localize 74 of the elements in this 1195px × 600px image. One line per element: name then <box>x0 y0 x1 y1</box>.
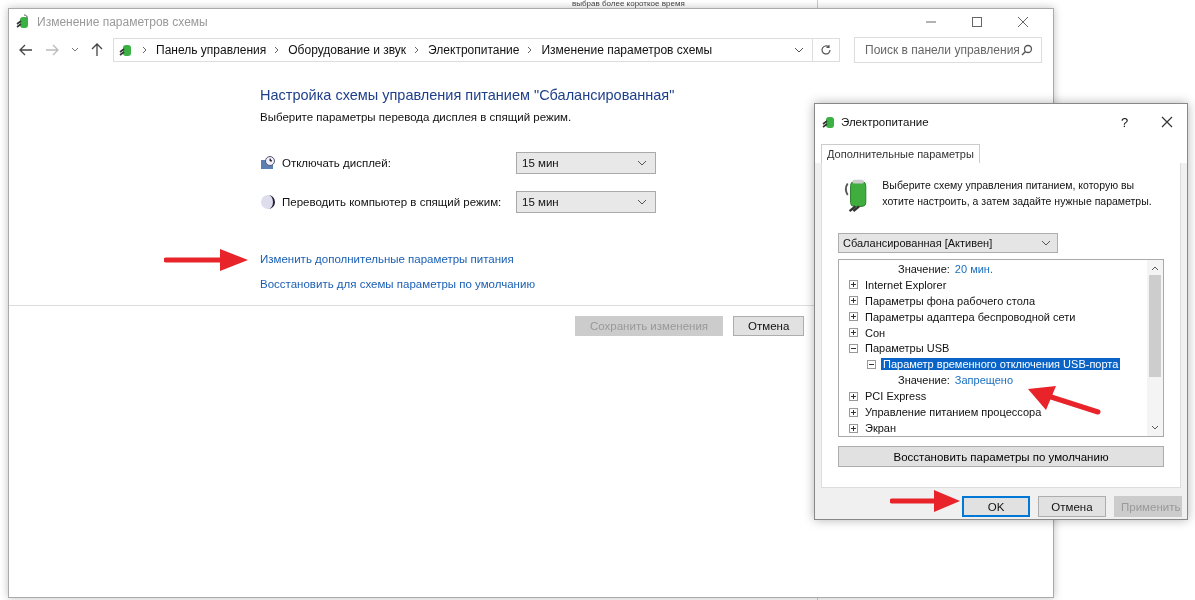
history-caret-icon[interactable] <box>71 47 79 53</box>
value-link[interactable]: Запрещено <box>954 374 1014 387</box>
breadcrumb[interactable]: Электропитание <box>428 43 520 57</box>
page-heading: Настройка схемы управления питанием "Сбалансированная" <box>260 87 675 103</box>
expander-icon[interactable] <box>849 296 858 306</box>
plan-dropdown[interactable]: Сбалансированная [Активен] <box>838 233 1058 253</box>
tree-item[interactable]: Internet Explorer <box>863 278 949 291</box>
power-plug-icon <box>118 42 134 58</box>
expander-icon[interactable] <box>849 344 858 353</box>
chevron-icon <box>142 46 148 54</box>
breadcrumb[interactable]: Оборудование и звук <box>288 43 407 57</box>
dialog-title: Электропитание <box>841 116 929 128</box>
tree-item[interactable]: Параметры фона рабочего стола <box>863 294 1038 307</box>
breadcrumb[interactable]: Изменение параметров схемы <box>541 43 713 57</box>
expander-icon[interactable] <box>867 359 876 369</box>
expander-icon[interactable] <box>849 328 858 338</box>
chevron-icon <box>414 46 421 54</box>
tree-item[interactable]: Параметр временного отключения USB-порта <box>881 358 1121 371</box>
dropdown-caret-icon <box>637 160 647 166</box>
search-field[interactable]: Поиск в панели управления <box>854 37 1042 63</box>
settings-link[interactable]: Изменить дополнительные параметры питания <box>260 253 514 265</box>
close-icon[interactable] <box>1017 16 1029 28</box>
refresh-button[interactable] <box>812 38 840 62</box>
scroll-down-icon[interactable] <box>1151 425 1159 430</box>
page-subtitle: Выберите параметры перевода дисплея в спящий режим. <box>260 111 572 123</box>
dialog-button[interactable]: OK <box>962 496 1030 517</box>
dropdown-caret-icon[interactable] <box>794 47 804 53</box>
tree-item[interactable]: Управление питанием процессора <box>863 406 1044 419</box>
breadcrumb[interactable]: Панель управления <box>156 43 267 57</box>
maximize-icon[interactable] <box>971 16 983 28</box>
help-button[interactable]: ? <box>1121 114 1135 130</box>
up-icon[interactable] <box>91 43 103 57</box>
scrollbar-thumb[interactable] <box>1149 274 1161 377</box>
value-label: Значение: <box>898 262 950 275</box>
expander-icon[interactable] <box>849 391 858 401</box>
scrollbar[interactable] <box>1147 260 1163 436</box>
refresh-icon <box>820 44 832 56</box>
time-dropdown[interactable]: 15 мин <box>516 152 656 174</box>
address-bar[interactable]: Панель управления Оборудование и звук Электропитание Изменение параметров схемы <box>113 38 813 62</box>
tree-item[interactable]: Сон <box>863 326 888 339</box>
back-icon[interactable] <box>19 44 33 56</box>
expander-icon[interactable] <box>849 423 858 433</box>
chevron-icon <box>527 46 534 54</box>
action-button[interactable]: Отмена <box>733 316 805 336</box>
dialog-tab[interactable]: Дополнительные параметры <box>821 144 980 163</box>
search-icon <box>1021 44 1033 56</box>
value-label: Значение: <box>898 374 950 387</box>
dropdown-caret-icon <box>1041 240 1051 246</box>
setting-label: Отключать дисплей: <box>282 157 392 169</box>
power-plug-icon <box>15 14 31 30</box>
background-text: выбрав более короткое время <box>572 0 685 8</box>
expander-icon[interactable] <box>849 312 858 322</box>
value-link[interactable]: 20 мин. <box>954 262 993 275</box>
dialog-description: Выберите схему управления питанием, которую вы хотите настроить, а затем задайте нужные параметры. <box>882 178 1153 209</box>
moon-icon <box>260 194 276 210</box>
expander-icon[interactable] <box>849 280 858 290</box>
tree-item[interactable]: PCI Express <box>863 390 929 403</box>
tree-item[interactable]: Параметры USB <box>863 342 952 355</box>
restore-defaults-button[interactable]: Восстановить параметры по умолчанию <box>838 446 1164 467</box>
time-dropdown[interactable]: 15 мин <box>516 191 656 213</box>
expander-icon[interactable] <box>849 407 858 417</box>
annotation-arrow <box>890 488 962 514</box>
settings-link[interactable]: Восстановить для схемы параметры по умолчанию <box>260 278 535 290</box>
tree-item[interactable]: Экран <box>863 422 899 434</box>
dialog-button[interactable]: Отмена <box>1038 496 1106 517</box>
power-plug-icon <box>821 114 837 130</box>
scroll-up-icon[interactable] <box>1151 266 1159 271</box>
dropdown-caret-icon <box>637 199 647 205</box>
tree-item[interactable]: Параметры адаптера беспроводной сети <box>863 310 1078 323</box>
window-title: Изменение параметров схемы <box>37 15 208 29</box>
chevron-icon <box>274 46 281 54</box>
monitor-clock-icon <box>260 155 276 171</box>
close-icon[interactable] <box>1161 116 1173 128</box>
setting-label: Переводить компьютер в спящий режим: <box>282 196 503 208</box>
